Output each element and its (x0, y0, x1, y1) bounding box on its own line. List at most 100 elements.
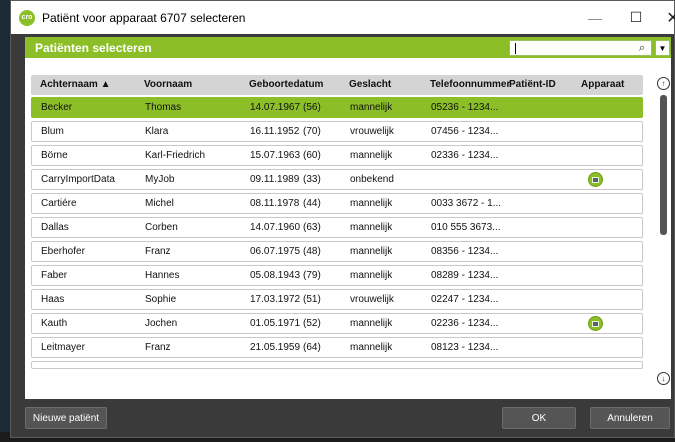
close-button[interactable]: ✕ (653, 1, 675, 34)
cell-birth-date: 17.03.1972 (250, 294, 301, 305)
column-header-birth-date[interactable]: Geboortedatum (249, 79, 323, 90)
column-header-phone[interactable]: Telefoonnummer (430, 79, 510, 90)
table-row[interactable]: Haas Sophie 17.03.1972 (51) vrouwelijk 02247 … (31, 289, 643, 310)
cell-birth-date: 15.07.1963 (250, 150, 301, 161)
cell-birth-date: 16.11.1952 (250, 126, 300, 137)
cell-first-name: Klara (145, 126, 169, 137)
cell-birth-date: 06.07.1975 (250, 246, 301, 257)
cell-gender: mannelijk (350, 342, 393, 353)
table-row[interactable]: Kauth Jochen 01.05.1971 (52) mannelijk 02236 … (31, 313, 643, 334)
device-icon[interactable] (588, 172, 603, 187)
cell-age: (60) (303, 150, 321, 161)
minimize-button[interactable]: — (575, 1, 615, 34)
cell-gender: vrouwelijk (350, 294, 394, 305)
cell-last-name: Dallas (41, 222, 69, 233)
cell-age: (48) (303, 246, 321, 257)
column-header-patient-id[interactable]: Patiënt-ID (509, 79, 556, 90)
cell-phone: 08356 - 1234... (431, 246, 499, 257)
cell-age: (51) (303, 294, 321, 305)
cell-gender: mannelijk (350, 198, 393, 209)
cell-first-name: Franz (145, 342, 171, 353)
cell-age: (52) (303, 318, 321, 329)
column-header-gender[interactable]: Geslacht (349, 79, 391, 90)
maximize-button[interactable]: ☐ (616, 1, 656, 34)
new-patient-button[interactable]: Nieuwe patiënt (25, 407, 107, 429)
device-screen-icon (592, 320, 599, 327)
cell-birth-date: 21.05.1959 (250, 342, 301, 353)
cell-gender: vrouwelijk (350, 126, 394, 137)
cell-first-name: Jochen (145, 318, 178, 329)
app-logo-icon: cro (19, 9, 35, 26)
cell-first-name: Hannes (145, 270, 180, 281)
column-header-device[interactable]: Apparaat (581, 79, 624, 90)
cell-gender: mannelijk (350, 222, 393, 233)
cell-last-name: CarryImportData (41, 174, 115, 185)
cell-gender: mannelijk (350, 270, 393, 281)
column-header-last-name[interactable]: Achternaam ▲ (40, 79, 110, 90)
cell-last-name: Becker (41, 102, 73, 113)
table-row[interactable]: CarryImportData MyJob 09.11.1989 (33) onbeke… (31, 169, 643, 190)
cell-age: (44) (303, 198, 321, 209)
cell-phone: 02247 - 1234... (431, 294, 499, 305)
cell-age: (63) (303, 222, 321, 233)
cell-age: (64) (303, 342, 321, 353)
table-row[interactable]: Leitmayer Franz 21.05.1959 (64) mannelijk 081… (31, 337, 643, 358)
cell-last-name: Leitmayer (41, 342, 85, 353)
table-row[interactable] (31, 361, 643, 369)
cell-birth-date: 14.07.1967 (250, 102, 301, 113)
cell-birth-date: 05.08.1943 (250, 270, 301, 281)
table-row[interactable]: Blum Klara 16.11.1952 (70) vrouwelijk 07456 -… (31, 121, 643, 142)
cell-gender: mannelijk (350, 318, 393, 329)
cell-phone: 0033 3672 - 1... (431, 198, 502, 209)
cell-age: (70) (303, 126, 321, 137)
cell-first-name: Michel (145, 198, 174, 209)
cell-age: (33) (303, 174, 321, 185)
column-header-first-name[interactable]: Voornaam (144, 79, 192, 90)
cell-last-name: Cartiére (41, 198, 77, 209)
panel-title: Patiënten selecteren (35, 40, 152, 55)
table-row[interactable]: Eberhofer Franz 06.07.1975 (48) mannelijk 083… (31, 241, 643, 262)
scroll-up-button[interactable]: ↑ (657, 77, 670, 90)
cell-phone: 08123 - 1234... (431, 342, 499, 353)
table-row[interactable]: Cartiére Michel 08.11.1978 (44) mannelijk 003… (31, 193, 643, 214)
patient-selection-panel: Patiënten selecteren ⌕ ▼ Achternaam ▲ Vo… (25, 37, 671, 399)
text-cursor (515, 43, 516, 54)
table-row[interactable]: Börne Karl-Friedrich 15.07.1963 (60) manneli… (31, 145, 643, 166)
cell-first-name: Sophie (145, 294, 177, 305)
device-screen-icon (592, 176, 599, 183)
cell-age: (56) (303, 102, 321, 113)
cell-gender: mannelijk (350, 102, 393, 113)
cell-first-name: MyJob (145, 174, 175, 185)
cell-first-name: Franz (145, 246, 171, 257)
device-icon[interactable] (588, 316, 603, 331)
cell-first-name: Karl-Friedrich (145, 150, 206, 161)
cell-gender: onbekend (350, 174, 394, 185)
cell-birth-date: 08.11.1978 (250, 198, 300, 209)
table-header: Achternaam ▲ Voornaam Geboortedatum Gesl… (31, 75, 643, 95)
table-row[interactable]: Faber Hannes 05.08.1943 (79) mannelijk 08289 … (31, 265, 643, 286)
dialog-window: cro Patiënt voor apparaat 6707 selectere… (10, 0, 675, 438)
cell-last-name: Faber (41, 270, 68, 281)
cell-phone: 08289 - 1234... (431, 270, 499, 281)
cell-phone: 02236 - 1234... (431, 318, 499, 329)
cell-phone: 07456 - 1234... (431, 126, 499, 137)
ok-button[interactable]: OK (502, 407, 576, 429)
cancel-button[interactable]: Annuleren (590, 407, 670, 429)
cell-last-name: Haas (41, 294, 65, 305)
search-dropdown-button[interactable]: ▼ (655, 40, 670, 56)
cell-first-name: Thomas (145, 102, 182, 113)
cell-birth-date: 09.11.1989 (250, 174, 300, 185)
title-bar: cro Patiënt voor apparaat 6707 selectere… (11, 1, 675, 34)
cell-age: (79) (303, 270, 321, 281)
dialog-footer: Nieuwe patiënt OK Annuleren (11, 399, 674, 437)
cell-first-name: Corben (145, 222, 178, 233)
search-icon[interactable]: ⌕ (639, 42, 645, 55)
search-input[interactable]: ⌕ (509, 40, 652, 56)
cell-gender: mannelijk (350, 150, 393, 161)
cell-phone: 02336 - 1234... (431, 150, 499, 161)
scroll-down-button[interactable]: ↓ (657, 372, 670, 385)
table-row[interactable]: Dallas Corben 14.07.1960 (63) mannelijk 010 5… (31, 217, 643, 238)
scrollbar-thumb[interactable] (660, 95, 667, 235)
cell-last-name: Blum (41, 126, 64, 137)
table-row[interactable]: Becker Thomas 14.07.1967 (56) mannelijk 05236… (31, 97, 643, 118)
